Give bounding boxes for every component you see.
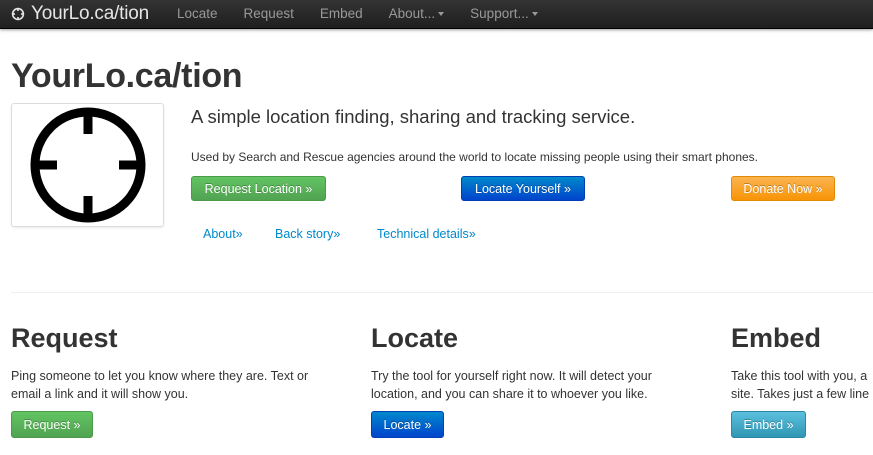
locate-description-line: Try the tool for yourself right now. It … <box>371 369 652 383</box>
brand-link[interactable]: YourLo.ca/tion <box>11 2 149 26</box>
nav-request-label: Request <box>243 6 294 21</box>
locate-description: Try the tool for yourself right now. It … <box>371 367 701 403</box>
locate-description-line: location, and you can share it to whoeve… <box>371 387 648 401</box>
crosshair-icon <box>30 107 145 223</box>
back-story-link[interactable]: Back story» <box>275 227 340 241</box>
main-nav: Locate Request Embed About... Support... <box>164 0 551 28</box>
request-description-line: Ping someone to let you know where they … <box>11 369 309 383</box>
section-divider <box>11 292 873 293</box>
embed-button[interactable]: Embed » <box>731 411 806 438</box>
technical-details-link[interactable]: Technical details» <box>377 227 476 241</box>
request-description-line: email a link and it will show you. <box>11 387 189 401</box>
caret-down-icon <box>438 12 445 17</box>
top-navbar: YourLo.ca/tion Locate Request Embed Abou… <box>0 0 873 29</box>
nav-about-label: About... <box>388 6 436 21</box>
caret-down-icon <box>531 12 538 17</box>
nav-locate[interactable]: Locate <box>164 0 231 28</box>
embed-heading: Embed <box>731 323 822 353</box>
nav-support-label: Support... <box>470 6 529 21</box>
nav-support-dropdown[interactable]: Support... <box>457 0 551 28</box>
request-description: Ping someone to let you know where they … <box>11 367 341 403</box>
locate-yourself-button[interactable]: Locate Yourself » <box>461 176 585 201</box>
nav-request[interactable]: Request <box>231 0 307 28</box>
embed-description: Take this tool with you, a site. Takes j… <box>731 367 873 403</box>
embed-description-line: site. Takes just a few line <box>731 387 870 401</box>
brand-text: YourLo.ca/tion <box>31 3 149 24</box>
locate-button[interactable]: Locate » <box>371 411 444 438</box>
about-link[interactable]: About» <box>203 227 243 241</box>
embed-description-line: Take this tool with you, a <box>731 369 868 383</box>
crosshair-icon <box>11 7 25 21</box>
nav-embed[interactable]: Embed <box>307 0 376 28</box>
donate-now-button[interactable]: Donate Now » <box>731 176 835 201</box>
nav-embed-label: Embed <box>319 6 363 21</box>
locate-heading: Locate <box>371 323 459 353</box>
tagline: A simple location finding, sharing and t… <box>191 106 636 127</box>
page-title: YourLo.ca/tion <box>11 57 243 95</box>
nav-locate-label: Locate <box>177 6 218 21</box>
hero-description: Used by Search and Rescue agencies aroun… <box>191 150 758 164</box>
logo-thumbnail <box>11 103 164 227</box>
nav-about-dropdown[interactable]: About... <box>376 0 458 28</box>
request-button[interactable]: Request » <box>11 411 93 438</box>
request-heading: Request <box>11 323 118 353</box>
request-location-button[interactable]: Request Location » <box>191 176 326 201</box>
